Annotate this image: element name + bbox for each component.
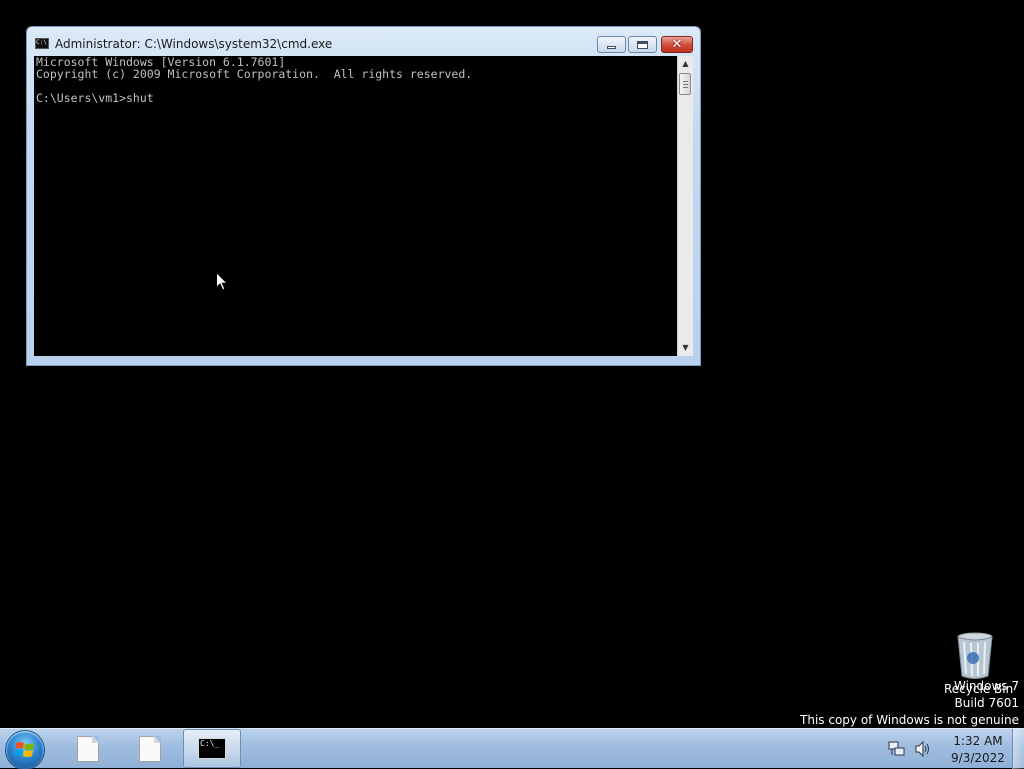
taskbar-item-document[interactable]	[59, 729, 117, 768]
taskbar-item-document[interactable]	[121, 729, 179, 768]
clock-time: 1:32 AM	[953, 734, 1003, 748]
network-icon[interactable]	[888, 741, 906, 757]
window-title: Administrator: C:\Windows\system32\cmd.e…	[55, 37, 333, 51]
recycle-bin-icon	[957, 632, 993, 679]
windows-start-icon	[15, 742, 34, 757]
watermark-version: Windows 7	[953, 679, 1019, 693]
system-tray: 1:32 AM 9/3/2022	[888, 729, 1018, 769]
cmd-window[interactable]: C:\ Administrator: C:\Windows\system32\c…	[26, 26, 701, 366]
clock[interactable]: 1:32 AM 9/3/2022	[940, 733, 1016, 767]
console-line: Copyright (c) 2009 Microsoft Corporation…	[36, 67, 473, 81]
start-button[interactable]	[6, 731, 44, 769]
title-bar[interactable]: C:\ Administrator: C:\Windows\system32\c…	[27, 27, 700, 57]
minimize-icon	[607, 46, 616, 49]
mouse-cursor-icon	[216, 272, 228, 291]
minimize-button[interactable]	[597, 36, 626, 53]
cmd-window-icon[interactable]: C:\	[35, 38, 49, 49]
clock-date: 9/3/2022	[951, 751, 1005, 765]
taskbar-item-cmd[interactable]: C:\_	[183, 729, 241, 768]
close-icon: ✕	[671, 37, 683, 52]
scroll-up-icon[interactable]: ▲	[678, 56, 693, 72]
taskbar: C:\_ 1:32 AM 9/3/2022	[0, 728, 1024, 769]
show-desktop-button[interactable]	[1012, 729, 1024, 769]
scroll-thumb[interactable]	[679, 73, 691, 95]
watermark-genuine-notice: This copy of Windows is not genuine	[800, 713, 1019, 727]
document-icon	[77, 735, 99, 762]
console-output[interactable]: Microsoft Windows [Version 6.1.7601] Cop…	[34, 56, 677, 356]
console-prompt-line: C:\Users\vm1>shut	[36, 91, 154, 105]
maximize-button[interactable]	[628, 36, 657, 53]
close-button[interactable]: ✕	[661, 36, 693, 53]
maximize-icon	[637, 40, 648, 49]
scroll-down-icon[interactable]: ▼	[678, 340, 693, 356]
watermark-build: Build 7601	[954, 696, 1019, 710]
volume-icon[interactable]	[914, 741, 932, 757]
document-icon	[139, 735, 161, 762]
windows-watermark: Windows 7 Build 7601 This copy of Window…	[800, 678, 1019, 729]
cmd-taskbar-icon: C:\_	[198, 738, 226, 759]
vertical-scrollbar[interactable]: ▲ ▼	[677, 56, 693, 356]
